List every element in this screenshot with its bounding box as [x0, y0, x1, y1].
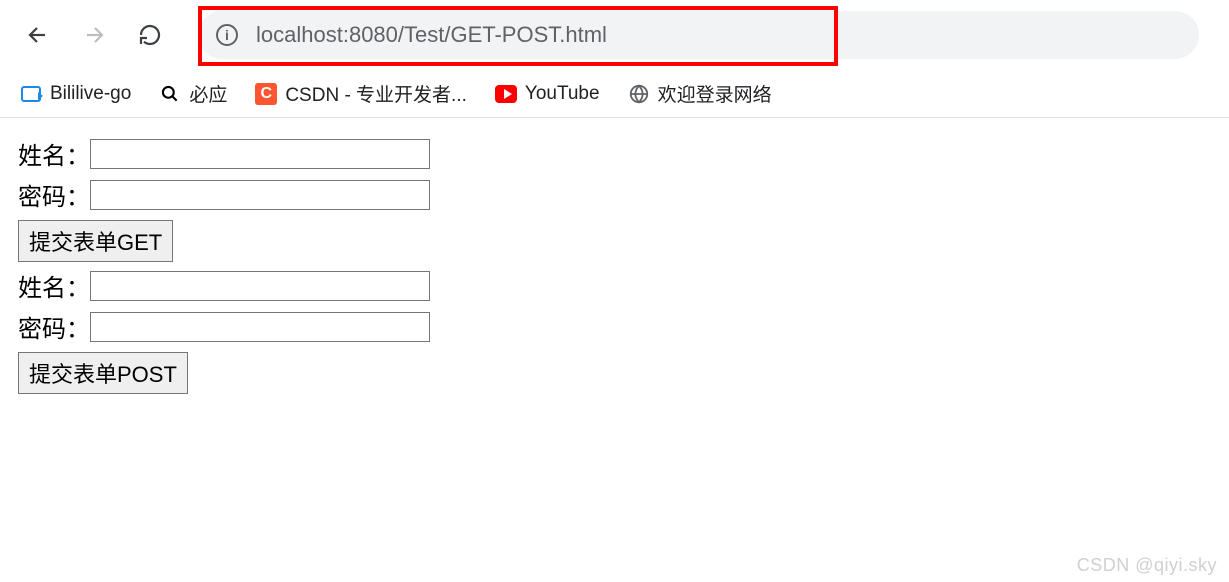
bookmark-label: 必应 [189, 80, 227, 107]
password-input[interactable] [90, 180, 430, 210]
name-label: 姓名： [18, 136, 90, 171]
url-path: :8080/Test/GET-POST.html [343, 22, 607, 47]
url-text: localhost:8080/Test/GET-POST.html [256, 22, 607, 48]
reload-icon [138, 23, 162, 47]
globe-icon [628, 83, 650, 105]
address-bar-container: i localhost:8080/Test/GET-POST.html [198, 11, 1199, 59]
password-label: 密码： [18, 177, 90, 212]
browser-toolbar: i localhost:8080/Test/GET-POST.html [0, 0, 1229, 70]
youtube-icon [495, 83, 517, 105]
bookmark-label: 欢迎登录网络 [658, 80, 772, 107]
bookmark-label: YouTube [525, 83, 600, 105]
csdn-icon: C [255, 83, 277, 105]
reload-button[interactable] [128, 13, 172, 57]
name-input[interactable] [90, 139, 430, 169]
submit-post-button[interactable]: 提交表单POST [18, 352, 188, 394]
back-button[interactable] [16, 13, 60, 57]
password-label: 密码： [18, 309, 90, 344]
form-get: 姓名： 密码： 提交表单GET [18, 136, 1211, 268]
bookmark-csdn[interactable]: C CSDN - 专业开发者... [255, 80, 467, 107]
arrow-left-icon [26, 23, 50, 47]
site-info-icon[interactable]: i [216, 24, 238, 46]
bookmark-youtube[interactable]: YouTube [495, 83, 600, 105]
name-label: 姓名： [18, 268, 90, 303]
name-input[interactable] [90, 271, 430, 301]
watermark: CSDN @qiyi.sky [1077, 555, 1217, 576]
bookmark-bililive[interactable]: Bililive-go [20, 83, 131, 105]
password-input[interactable] [90, 312, 430, 342]
bookmark-login[interactable]: 欢迎登录网络 [628, 80, 772, 107]
forward-button[interactable] [72, 13, 116, 57]
bookmark-label: Bililive-go [50, 83, 131, 105]
url-host: localhost [256, 22, 343, 47]
submit-get-button[interactable]: 提交表单GET [18, 220, 173, 262]
form-post: 姓名： 密码： 提交表单POST [18, 268, 1211, 400]
bookmark-bing[interactable]: 必应 [159, 80, 227, 107]
bililive-icon [20, 83, 42, 105]
address-bar[interactable]: i localhost:8080/Test/GET-POST.html [198, 11, 1199, 59]
page-content: 姓名： 密码： 提交表单GET 姓名： 密码： 提交表单POST [0, 118, 1229, 418]
bookmarks-bar: Bililive-go 必应 C CSDN - 专业开发者... YouTube… [0, 70, 1229, 118]
search-icon [159, 83, 181, 105]
bookmark-label: CSDN - 专业开发者... [285, 80, 467, 107]
arrow-right-icon [82, 23, 106, 47]
